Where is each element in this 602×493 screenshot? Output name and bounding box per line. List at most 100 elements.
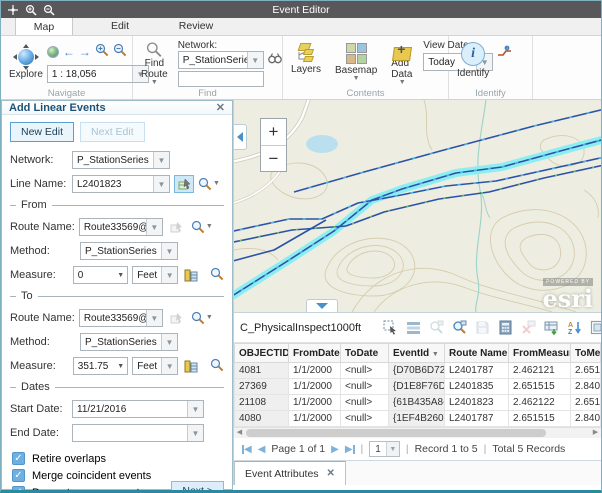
col-objectid[interactable]: OBJECTID <box>235 344 289 363</box>
select-to-route-on-map-icon[interactable] <box>167 309 187 327</box>
add-data-button[interactable]: + Add Data ▼ <box>387 39 417 87</box>
from-method-select[interactable]: P_StationSeries ▼ <box>80 242 178 260</box>
from-unit-select[interactable]: Feet ▼ <box>132 266 178 284</box>
chevron-down-icon[interactable]: ▼ <box>161 334 177 350</box>
save-icon[interactable] <box>475 319 490 336</box>
zoom-to-to-route-button[interactable]: ▼ <box>191 311 213 325</box>
to-method-select[interactable]: P_StationSeries ▼ <box>80 333 178 351</box>
show-selected-records-icon[interactable] <box>406 319 421 336</box>
explore-button[interactable]: Explore <box>5 39 47 87</box>
basemap-button[interactable]: Basemap ▼ <box>331 39 381 87</box>
collapse-table-button[interactable] <box>306 299 338 312</box>
scrollbar-thumb[interactable] <box>246 429 546 437</box>
find-network-select[interactable]: P_StationSeries ▼ <box>178 51 264 69</box>
next-button[interactable]: Next > <box>171 481 224 493</box>
select-from-route-on-map-icon[interactable] <box>167 218 187 236</box>
map-zoom-in-button[interactable]: + <box>261 119 286 145</box>
find-route-input[interactable] <box>178 71 264 87</box>
pan-to-selected-icon[interactable] <box>452 319 467 336</box>
delete-record-icon[interactable] <box>521 319 536 336</box>
first-page-icon[interactable]: ◀ <box>242 444 252 455</box>
map-zoom-out-button[interactable]: − <box>261 145 286 171</box>
chevron-down-icon[interactable]: ▼ <box>117 272 127 279</box>
select-line-on-map-icon[interactable] <box>174 175 194 193</box>
chevron-down-icon[interactable]: ▼ <box>247 52 263 68</box>
chevron-down-icon[interactable]: ▼ <box>117 363 127 370</box>
col-routename[interactable]: Route Name <box>445 344 509 363</box>
to-unit-select[interactable]: Feet ▼ <box>132 357 178 375</box>
chevron-down-icon[interactable]: ▼ <box>187 401 203 417</box>
binoculars-icon[interactable] <box>268 51 282 69</box>
full-extent-icon[interactable] <box>47 46 59 58</box>
next-extent-icon[interactable]: → <box>79 46 91 58</box>
select-records-icon[interactable] <box>383 319 398 336</box>
chevron-down-icon[interactable]: ▼ <box>146 219 162 235</box>
col-eventid[interactable]: EventId ▼ <box>389 344 445 363</box>
zoom-out-icon[interactable] <box>43 4 55 16</box>
chevron-down-icon[interactable]: ▼ <box>187 425 203 441</box>
zoom-in-icon[interactable] <box>25 4 37 16</box>
tab-edit[interactable]: Edit <box>91 17 149 35</box>
zoom-to-selected-icon[interactable] <box>429 319 444 336</box>
network-select[interactable]: P_StationSeries ▼ <box>72 151 170 169</box>
to-route-select[interactable]: Route33569@Cent ▼ <box>79 309 163 327</box>
to-measure-input[interactable]: 351.75 ▼ <box>73 357 128 375</box>
attribute-window-icon[interactable] <box>590 319 602 336</box>
zoom-to-from-measure-icon[interactable] <box>210 267 224 284</box>
retire-overlaps-option[interactable]: ✓ Retire overlaps <box>12 452 224 465</box>
horizontal-scrollbar[interactable]: ◀ ▶ <box>234 427 601 438</box>
scroll-right-icon[interactable]: ▶ <box>590 428 601 438</box>
zoom-in-tool-icon[interactable] <box>95 43 109 62</box>
chevron-down-icon[interactable]: ▼ <box>386 442 399 456</box>
zoom-out-tool-icon[interactable] <box>113 43 127 62</box>
page-number-select[interactable]: 1 ▼ <box>369 441 400 457</box>
tab-review[interactable]: Review <box>167 17 225 35</box>
col-fromdate[interactable]: FromDate <box>289 344 341 363</box>
identify-button[interactable]: i Identify <box>453 39 493 87</box>
from-measure-input[interactable]: 0 ▼ <box>73 266 128 284</box>
sort-icon[interactable]: AZ <box>567 319 582 336</box>
col-frommeasure[interactable]: FromMeasure <box>509 344 571 363</box>
table-row[interactable]: 211081/1/2000<null>{61B435A8-32L24018232… <box>235 395 601 411</box>
checkbox-checked-icon[interactable]: ✓ <box>12 469 25 482</box>
chevron-down-icon[interactable]: ▼ <box>153 176 169 192</box>
scroll-left-icon[interactable]: ◀ <box>234 428 245 438</box>
chevron-down-icon[interactable]: ▼ <box>161 243 177 259</box>
previous-page-icon[interactable]: ◀ <box>258 444 266 455</box>
pan-icon[interactable] <box>7 4 19 16</box>
next-edit-button[interactable]: Next Edit <box>80 122 145 142</box>
zoom-to-line-button[interactable]: ▼ <box>198 177 220 191</box>
previous-extent-icon[interactable]: ← <box>63 46 75 58</box>
table-row[interactable]: 40811/1/2000<null>{D70B6D72-3L24017872.4… <box>235 363 601 379</box>
chevron-down-icon[interactable]: ▼ <box>161 267 177 283</box>
table-row[interactable]: 273691/1/2000<null>{D1E8F76D-FL24018352.… <box>235 379 601 395</box>
last-page-icon[interactable]: ▶ <box>345 444 355 455</box>
calculator-icon[interactable] <box>498 319 513 336</box>
identify-route-location-icon[interactable]: i <box>497 45 512 87</box>
append-records-icon[interactable] <box>544 319 559 336</box>
tab-event-attributes[interactable]: Event Attributes ✕ <box>234 461 346 485</box>
zoom-to-to-measure-icon[interactable] <box>210 358 224 375</box>
collapse-panel-left-button[interactable] <box>234 124 247 150</box>
chevron-down-icon[interactable]: ▼ <box>153 152 169 168</box>
table-row[interactable]: 40801/1/2000<null>{1EF4B260-F0L24017872.… <box>235 411 601 427</box>
close-icon[interactable]: ✕ <box>216 101 225 114</box>
new-edit-button[interactable]: New Edit <box>10 122 74 142</box>
chevron-down-icon[interactable]: ▼ <box>161 358 177 374</box>
pick-to-measure-icon[interactable] <box>182 357 200 375</box>
line-name-select[interactable]: L2401823 ▼ <box>72 175 170 193</box>
checkbox-checked-icon[interactable]: ✓ <box>12 452 25 465</box>
find-route-button[interactable]: Find Route ▼ <box>137 39 172 87</box>
close-icon[interactable]: ✕ <box>327 468 335 479</box>
map-view[interactable]: + − POWERED BY esri <box>233 100 601 312</box>
start-date-picker[interactable]: 11/21/2016 ▼ <box>72 400 204 418</box>
checkbox-checked-icon[interactable]: ✓ <box>12 486 25 493</box>
pick-from-measure-icon[interactable] <box>182 266 200 284</box>
layers-button[interactable]: Layers <box>287 39 325 87</box>
next-page-icon[interactable]: ▶ <box>331 444 339 455</box>
from-route-select[interactable]: Route33569@Cent ▼ <box>79 218 163 236</box>
zoom-to-from-route-button[interactable]: ▼ <box>191 220 213 234</box>
col-tomeasure[interactable]: ToMea <box>571 344 601 363</box>
end-date-picker[interactable]: ▼ <box>72 424 204 442</box>
tab-map[interactable]: Map <box>15 17 73 35</box>
